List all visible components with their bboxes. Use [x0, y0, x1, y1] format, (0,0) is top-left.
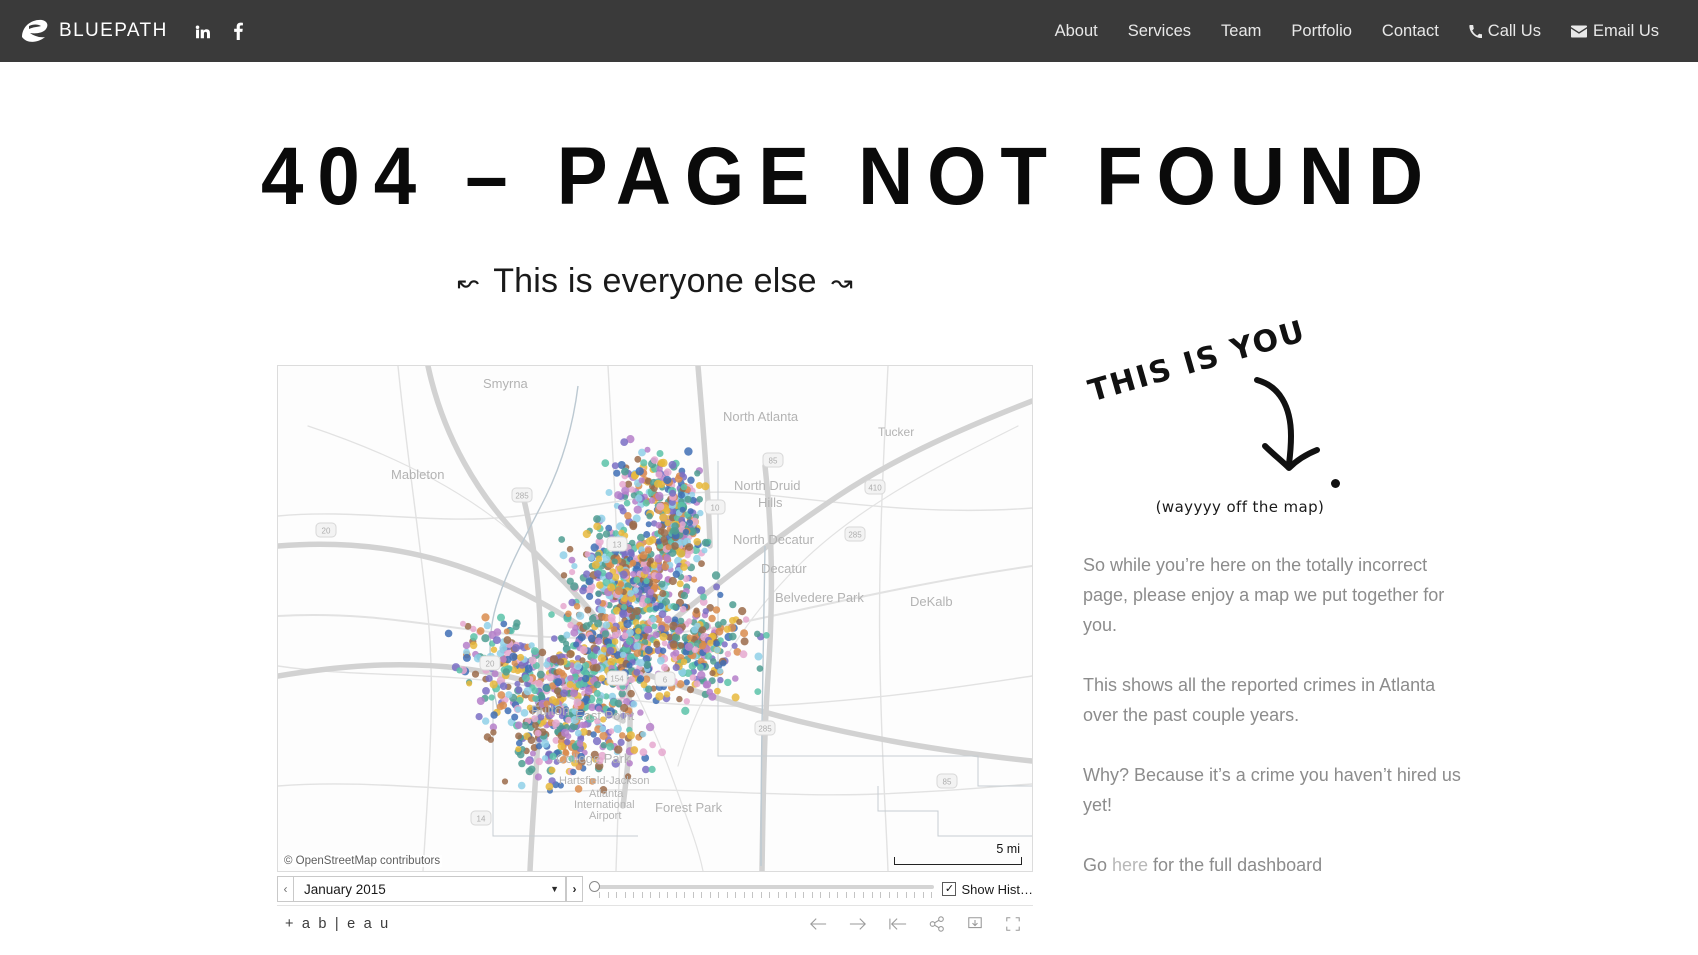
period-value: January 2015 [304, 882, 386, 897]
brand-name: BLUEPATH [59, 20, 168, 42]
page-title: 404 – PAGE NOT FOUND [59, 136, 1638, 218]
curly-arrow-right-icon: ↜ [831, 269, 853, 295]
nav-label: Services [1128, 22, 1191, 41]
nav-item-portfolio[interactable]: Portfolio [1276, 22, 1367, 41]
nav-label: Portfolio [1291, 22, 1352, 41]
paragraph-3: Why? Because it’s a crime you haven’t hi… [1083, 760, 1463, 820]
paragraph-1: So while you’re here on the totally inco… [1083, 550, 1463, 640]
svg-text:North Decatur: North Decatur [733, 532, 815, 547]
show-history-label: Show Hist… [961, 882, 1033, 897]
show-history-toggle[interactable]: ✓ Show Hist… [942, 882, 1033, 897]
phone-icon [1469, 25, 1482, 38]
off-map-note: (wayyyy off the map) [1075, 498, 1405, 516]
arrow-left-icon[interactable] [809, 917, 827, 931]
svg-text:Belvedere Park: Belvedere Park [775, 590, 864, 605]
subtitle: ↜ This is everyone else ↜ [0, 262, 1310, 301]
svg-text:Decatur: Decatur [761, 561, 807, 576]
tableau-toolbar: + a b | e a u [277, 905, 1033, 941]
brand-group[interactable]: BLUEPATH [18, 17, 168, 45]
slider-ticks [599, 892, 932, 900]
svg-text:285: 285 [515, 492, 529, 501]
show-history-checkbox[interactable]: ✓ [942, 882, 956, 896]
scale-label: 5 mi [996, 842, 1020, 856]
svg-text:85: 85 [769, 457, 778, 466]
nav-label: Email Us [1593, 22, 1659, 41]
svg-text:DeKalb: DeKalb [910, 594, 953, 609]
arrow-right-icon[interactable] [849, 917, 867, 931]
history-slider[interactable] [587, 876, 934, 902]
nav-label: Contact [1382, 22, 1439, 41]
tableau-tools [809, 916, 1021, 932]
svg-text:20: 20 [322, 527, 331, 536]
svg-text:North Atlanta: North Atlanta [723, 409, 799, 424]
subtitle-text: This is everyone else [493, 262, 817, 301]
svg-text:Hartsfield-Jackson: Hartsfield-Jackson [559, 775, 649, 787]
svg-text:Forest Park: Forest Park [655, 800, 723, 815]
svg-text:College Park: College Park [556, 751, 631, 766]
dashboard-link[interactable]: here [1112, 855, 1148, 875]
facebook-icon[interactable] [233, 22, 244, 40]
download-icon[interactable] [967, 916, 983, 932]
scale-bar-line [894, 857, 1022, 865]
slider-knob[interactable] [589, 881, 600, 892]
period-next-button[interactable]: › [566, 876, 583, 902]
site-header: BLUEPATH About Services Team Portfolio C… [0, 0, 1698, 62]
osm-attribution: © OpenStreetMap contributors [282, 855, 442, 867]
envelope-icon [1571, 25, 1587, 38]
svg-text:285: 285 [848, 531, 862, 540]
body-copy: So while you’re here on the totally inco… [1083, 550, 1463, 880]
svg-text:6: 6 [663, 676, 668, 685]
curved-down-arrow-icon [1245, 374, 1325, 489]
viz-controls: ‹ January 2015 ▼ › ✓ Show Hist… [277, 874, 1033, 904]
svg-text:Airport: Airport [589, 810, 621, 822]
svg-text:14: 14 [477, 815, 486, 824]
nav-label: Call Us [1488, 22, 1541, 41]
svg-text:285: 285 [758, 725, 772, 734]
nav-item-call-us[interactable]: Call Us [1454, 22, 1556, 41]
svg-text:Fulton: Fulton [531, 702, 570, 718]
svg-text:13: 13 [613, 541, 622, 550]
nav-item-services[interactable]: Services [1113, 22, 1206, 41]
svg-text:Smyrna: Smyrna [483, 376, 529, 391]
nav-item-about[interactable]: About [1040, 22, 1113, 41]
you-are-here-annotation: THIS IS YOU (wayyyy off the map) [1075, 318, 1405, 518]
svg-text:East Point: East Point [575, 708, 635, 723]
tableau-viz: 285 85 410 285 20 13 10 154 6 285 20 85 14 Smyrna Nor… [277, 365, 1033, 870]
period-prev-button[interactable]: ‹ [277, 876, 294, 902]
paragraph-2: This shows all the reported crimes in At… [1083, 670, 1463, 730]
curly-arrow-left-icon: ↜ [457, 269, 479, 295]
period-select[interactable]: January 2015 ▼ [294, 876, 566, 902]
svg-text:Tucker: Tucker [878, 425, 914, 439]
main-nav: About Services Team Portfolio Contact Ca… [1040, 22, 1674, 41]
svg-text:85: 85 [943, 778, 952, 787]
nav-label: Team [1221, 22, 1261, 41]
revert-icon[interactable] [889, 917, 907, 931]
dashboard-line: Go here for the full dashboard [1083, 850, 1463, 880]
bluepath-swoosh-logo-icon [18, 17, 50, 45]
map-scale-bar: 5 mi [894, 843, 1022, 865]
svg-text:20: 20 [486, 660, 495, 669]
svg-text:10: 10 [711, 504, 720, 513]
nav-label: About [1055, 22, 1098, 41]
fullscreen-icon[interactable] [1005, 916, 1021, 932]
slider-track[interactable] [597, 885, 934, 889]
nav-item-team[interactable]: Team [1206, 22, 1276, 41]
you-location-dot [1331, 479, 1340, 488]
svg-text:410: 410 [868, 484, 882, 493]
share-icon[interactable] [929, 916, 945, 932]
nav-item-contact[interactable]: Contact [1367, 22, 1454, 41]
svg-text:Hills: Hills [758, 495, 783, 510]
svg-text:North Druid: North Druid [734, 478, 800, 493]
dashboard-suffix: for the full dashboard [1148, 855, 1322, 875]
nav-item-email-us[interactable]: Email Us [1556, 22, 1674, 41]
map-canvas[interactable]: 285 85 410 285 20 13 10 154 6 285 20 85 14 Smyrna Nor… [277, 365, 1033, 872]
chevron-down-icon: ▼ [550, 884, 559, 894]
svg-text:Mableton: Mableton [391, 467, 444, 482]
dashboard-prefix: Go [1083, 855, 1112, 875]
svg-text:154: 154 [610, 675, 624, 684]
social-links [194, 22, 244, 40]
tableau-wordmark[interactable]: + a b | e a u [285, 916, 390, 932]
linkedin-icon[interactable] [194, 23, 211, 40]
